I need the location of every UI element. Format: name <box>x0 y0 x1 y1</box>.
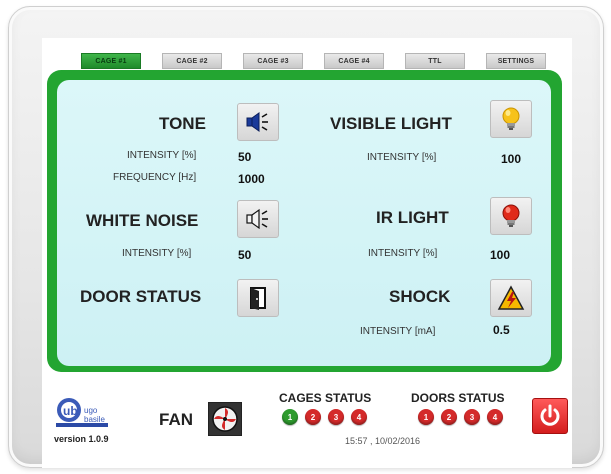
tone-button[interactable] <box>237 103 279 141</box>
tone-frequency-value: 1000 <box>238 172 265 186</box>
door-3-indicator: 3 <box>464 409 480 425</box>
ugo-basile-logo: ub ugo basile <box>54 396 110 430</box>
lightning-icon <box>497 285 525 310</box>
ir-light-button[interactable] <box>490 197 532 235</box>
door-1-indicator: 1 <box>418 409 434 425</box>
tab-cage-3[interactable]: CAGE #3 <box>243 53 303 69</box>
lightbulb-red-icon <box>502 204 520 227</box>
fan-label: FAN <box>159 410 193 429</box>
white-noise-title: WHITE NOISE <box>86 211 199 230</box>
datetime-label: 15:57 , 10/02/2016 <box>345 436 421 446</box>
tone-frequency-label: FREQUENCY [Hz] <box>113 172 197 183</box>
ir-light-intensity-value: 100 <box>490 248 511 262</box>
tone-intensity-label: INTENSITY [%] <box>127 150 197 161</box>
tab-ttl[interactable]: TTL <box>405 53 465 69</box>
cages-status-dots: 1234 <box>282 409 367 425</box>
white-noise-button[interactable] <box>237 200 279 238</box>
cage-2-indicator: 2 <box>305 409 321 425</box>
tab-cage-1[interactable]: CAGE #1 <box>81 53 141 69</box>
speaker-off-icon <box>246 208 268 230</box>
tone-title: TONE <box>159 114 206 133</box>
power-icon <box>540 404 560 426</box>
cages-status-title: CAGES STATUS <box>279 391 372 405</box>
door-status-title: DOOR STATUS <box>80 287 202 306</box>
fan-button[interactable] <box>208 402 242 436</box>
speaker-on-icon <box>246 112 268 132</box>
ir-light-title: IR LIGHT <box>376 208 449 227</box>
visible-light-title: VISIBLE LIGHT <box>330 114 452 133</box>
door-4-indicator: 4 <box>487 409 503 425</box>
shock-intensity-value: 0.5 <box>493 323 510 337</box>
shock-intensity-label: INTENSITY [mA] <box>360 326 436 337</box>
shock-button[interactable] <box>490 279 532 317</box>
lightbulb-yellow-icon <box>502 107 520 130</box>
ir-light-intensity-label: INTENSITY [%] <box>368 248 438 259</box>
svg-text:ub: ub <box>63 404 78 418</box>
visible-light-intensity-label: INTENSITY [%] <box>367 152 437 163</box>
tone-intensity-value: 50 <box>238 150 252 164</box>
tab-settings[interactable]: SETTINGS <box>486 53 546 69</box>
tab-bar: CAGE #1 CAGE #2 CAGE #3 CAGE #4 TTL SETT… <box>81 53 567 71</box>
fan-icon <box>212 406 238 432</box>
door-status-button[interactable] <box>237 279 279 317</box>
cage-4-indicator: 4 <box>351 409 367 425</box>
doors-status-title: DOORS STATUS <box>411 391 505 405</box>
shock-title: SHOCK <box>389 287 451 306</box>
white-noise-intensity-value: 50 <box>238 248 252 262</box>
visible-light-button[interactable] <box>490 100 532 138</box>
logo-text: ugo basile <box>84 406 105 424</box>
power-button[interactable] <box>532 398 568 434</box>
cage-1-indicator: 1 <box>282 409 298 425</box>
door-2-indicator: 2 <box>441 409 457 425</box>
visible-light-intensity-value: 100 <box>501 152 522 166</box>
door-icon <box>250 287 266 310</box>
tab-cage-4[interactable]: CAGE #4 <box>324 53 384 69</box>
white-noise-intensity-label: INTENSITY [%] <box>122 248 192 259</box>
tab-cage-2[interactable]: CAGE #2 <box>162 53 222 69</box>
cage-3-indicator: 3 <box>328 409 344 425</box>
doors-status-dots: 1234 <box>418 409 503 425</box>
version-label: version 1.0.9 <box>54 434 109 444</box>
